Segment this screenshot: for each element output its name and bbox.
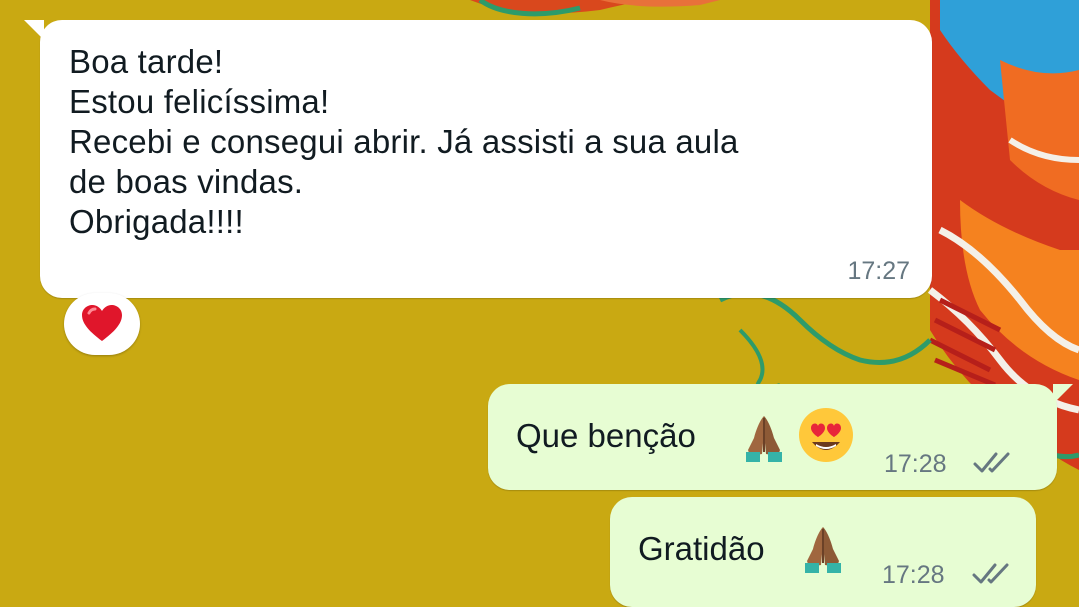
message-line: de boas vindas.: [69, 163, 304, 200]
message-line: Obrigada!!!!: [69, 203, 244, 240]
incoming-message-bubble[interactable]: Boa tarde! Estou felicíssima! Recebi e c…: [24, 20, 932, 298]
folded-hands-icon: [805, 527, 841, 573]
incoming-message-time: 17:27: [847, 257, 910, 285]
outgoing-message-time: 17:28: [882, 561, 945, 589]
red-heart-icon: [82, 305, 122, 341]
double-check-icon: [973, 452, 1010, 473]
message-line: Boa tarde!: [69, 43, 224, 80]
bubble-tail: [1053, 384, 1073, 404]
heart-eyes-face-icon: [799, 408, 853, 462]
message-reaction[interactable]: [64, 293, 140, 355]
incoming-message-text: Boa tarde! Estou felicíssima! Recebi e c…: [69, 42, 739, 242]
double-check-icon: [972, 563, 1009, 584]
bubble-tail: [24, 20, 44, 40]
outgoing-message-time: 17:28: [884, 450, 947, 478]
message-line: Estou felicíssima!: [69, 83, 330, 120]
message-line: Recebi e consegui abrir. Já assisti a su…: [69, 123, 739, 160]
folded-hands-icon: [746, 416, 782, 462]
outgoing-message-text: Gratidão: [638, 530, 765, 567]
outgoing-message-text: Que benção: [516, 417, 696, 454]
outgoing-message-bubble[interactable]: Gratidão 17:28: [610, 497, 1036, 607]
outgoing-message-bubble[interactable]: Que benção 17:28: [488, 384, 1073, 490]
